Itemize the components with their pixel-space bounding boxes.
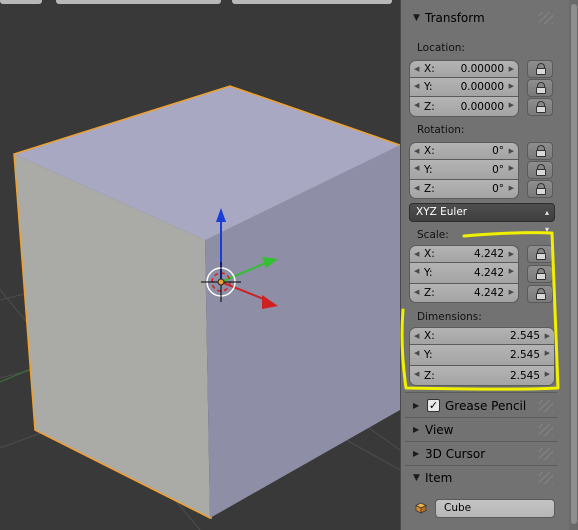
rotation-mode-select[interactable]: XYZ Euler ▴ ▾	[409, 203, 555, 234]
drag-handle-icon[interactable]	[539, 12, 553, 24]
decrement-arrow-icon[interactable]: ◀	[414, 180, 419, 196]
dimensions-y-field[interactable]: ◀ Y: 2.545 ▶	[409, 345, 555, 366]
decrement-arrow-icon[interactable]: ◀	[414, 366, 419, 382]
rotation-x-field[interactable]: ◀ X: 0° ▶	[409, 142, 519, 160]
increment-arrow-icon[interactable]: ▶	[509, 180, 514, 196]
decrement-arrow-icon[interactable]: ◀	[414, 160, 419, 176]
view-panel-header[interactable]: ▶ View	[405, 420, 557, 440]
lock-icon	[536, 106, 546, 113]
lock-rotation-z-toggle[interactable]	[527, 180, 553, 198]
triangle-right-icon: ▶	[413, 449, 420, 458]
lock-scale-x-toggle[interactable]	[527, 245, 553, 263]
increment-arrow-icon[interactable]: ▶	[509, 97, 514, 113]
transform-panel-header[interactable]: ▼ Transform	[405, 8, 557, 28]
rotation-y-field[interactable]: ◀ Y: 0° ▶	[409, 160, 519, 180]
3d-viewport[interactable]	[0, 0, 400, 530]
location-y-field[interactable]: ◀ Y: 0.00000 ▶	[409, 78, 519, 97]
cube-object[interactable]	[13, 85, 400, 519]
decrement-arrow-icon[interactable]: ◀	[414, 61, 419, 77]
scale-y-field[interactable]: ◀ Y: 4.242 ▶	[409, 263, 519, 284]
lock-scale-z-toggle[interactable]	[527, 285, 553, 303]
divider	[405, 417, 557, 418]
view-title: View	[425, 423, 454, 437]
rotation-z-field[interactable]: ◀ Z: 0° ▶	[409, 180, 519, 199]
drag-handle-icon[interactable]	[539, 400, 553, 412]
lock-scale-y-toggle[interactable]	[527, 265, 553, 283]
decrement-arrow-icon[interactable]: ◀	[414, 263, 419, 279]
grease-pencil-checkbox[interactable]: ✓	[427, 399, 440, 412]
increment-arrow-icon[interactable]: ▶	[509, 160, 514, 176]
scene-canvas[interactable]	[0, 0, 400, 530]
location-x-field[interactable]: ◀ X: 0.00000 ▶	[409, 60, 519, 78]
panel-scrollbar[interactable]	[569, 0, 578, 530]
lock-location-z-toggle[interactable]	[527, 98, 553, 116]
chevron-updown-icon: ▴ ▾	[544, 208, 549, 234]
item-title: Item	[425, 471, 453, 485]
location-label: Location:	[417, 42, 465, 54]
lock-icon	[536, 150, 546, 157]
cube-icon	[415, 502, 427, 514]
scale-z-field[interactable]: ◀ Z: 4.242 ▶	[409, 284, 519, 303]
drag-handle-icon[interactable]	[539, 424, 553, 436]
lock-location-x-toggle[interactable]	[527, 60, 553, 78]
item-panel-header[interactable]: ▼ Item	[405, 468, 557, 488]
increment-arrow-icon[interactable]: ▶	[509, 246, 514, 262]
lock-rotation-y-toggle[interactable]	[527, 161, 553, 179]
lock-icon	[536, 169, 546, 176]
scale-label: Scale:	[417, 229, 449, 241]
increment-arrow-icon[interactable]: ▶	[509, 61, 514, 77]
object-name-input[interactable]: Cube	[435, 499, 555, 518]
decrement-arrow-icon[interactable]: ◀	[414, 345, 419, 361]
3d-cursor-title: 3D Cursor	[425, 447, 486, 461]
increment-arrow-icon[interactable]: ▶	[509, 143, 514, 159]
increment-arrow-icon[interactable]: ▶	[545, 366, 550, 382]
increment-arrow-icon[interactable]: ▶	[509, 284, 514, 300]
increment-arrow-icon[interactable]: ▶	[545, 328, 550, 344]
lock-icon	[536, 87, 546, 94]
rotation-label: Rotation:	[417, 124, 465, 136]
properties-panel: ▼ Transform Location: ◀ X: 0.00000 ▶ ◀ Y…	[400, 0, 578, 530]
grease-pencil-title: Grease Pencil	[445, 399, 527, 413]
divider	[405, 392, 557, 393]
triangle-down-icon: ▼	[413, 473, 420, 483]
decrement-arrow-icon[interactable]: ◀	[414, 97, 419, 113]
increment-arrow-icon[interactable]: ▶	[509, 263, 514, 279]
triangle-right-icon: ▶	[413, 425, 420, 434]
transform-title: Transform	[425, 11, 485, 25]
location-z-field[interactable]: ◀ Z: 0.00000 ▶	[409, 97, 519, 117]
lock-icon	[536, 273, 546, 280]
scrollbar-thumb[interactable]	[571, 4, 577, 524]
decrement-arrow-icon[interactable]: ◀	[414, 246, 419, 262]
decrement-arrow-icon[interactable]: ◀	[414, 78, 419, 94]
lock-rotation-x-toggle[interactable]	[527, 142, 553, 160]
increment-arrow-icon[interactable]: ▶	[545, 345, 550, 361]
lock-location-y-toggle[interactable]	[527, 79, 553, 97]
divider	[405, 441, 557, 442]
drag-handle-icon[interactable]	[539, 472, 553, 484]
decrement-arrow-icon[interactable]: ◀	[414, 284, 419, 300]
lock-icon	[536, 188, 546, 195]
scale-x-field[interactable]: ◀ X: 4.242 ▶	[409, 245, 519, 263]
grease-pencil-panel-header[interactable]: ▶ ✓ Grease Pencil	[405, 396, 557, 416]
dimensions-z-field[interactable]: ◀ Z: 2.545 ▶	[409, 366, 555, 386]
increment-arrow-icon[interactable]: ▶	[509, 78, 514, 94]
lock-icon	[536, 68, 546, 75]
triangle-down-icon: ▼	[413, 13, 420, 23]
decrement-arrow-icon[interactable]: ◀	[414, 328, 419, 344]
decrement-arrow-icon[interactable]: ◀	[414, 143, 419, 159]
lock-icon	[536, 253, 546, 260]
dimensions-x-field[interactable]: ◀ X: 2.545 ▶	[409, 327, 555, 345]
triangle-right-icon: ▶	[413, 401, 420, 410]
drag-handle-icon[interactable]	[539, 448, 553, 460]
lock-icon	[536, 293, 546, 300]
3d-cursor-panel-header[interactable]: ▶ 3D Cursor	[405, 444, 557, 464]
divider	[405, 465, 557, 466]
dimensions-label: Dimensions:	[417, 311, 482, 323]
